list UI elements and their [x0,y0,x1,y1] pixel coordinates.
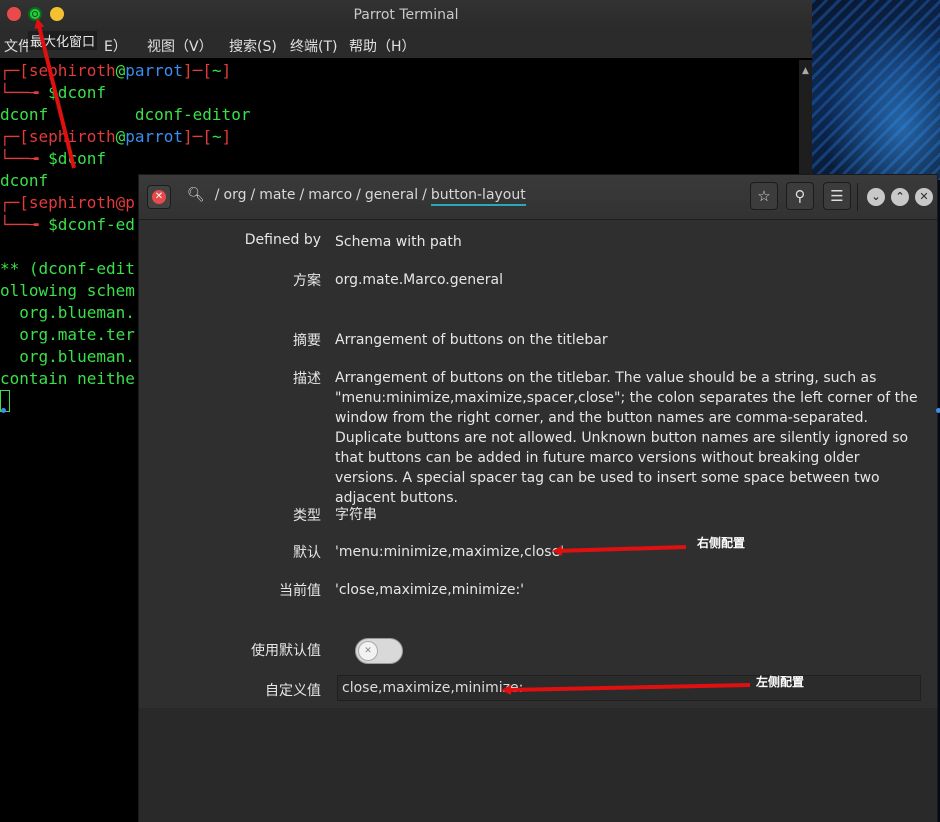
command-line: └──╼ $dconf [0,83,106,102]
switch-knob: ✕ [358,641,378,661]
empty-area [139,708,937,822]
breadcrumb-general[interactable]: general [365,187,418,203]
description-label: 描述 [293,371,321,387]
right-side-annotation: 右侧配置 [697,536,746,550]
default-label: 默认 [293,545,321,561]
command-line: └──╼ $dconf-ed [0,215,135,234]
breadcrumb-marco[interactable]: marco [308,187,352,203]
desktop-wallpaper [812,0,940,180]
key-properties: Defined by Schema with path 方案 org.mate.… [139,220,937,708]
left-side-annotation: 左侧配置 [756,675,805,689]
use-default-label: 使用默认值 [251,643,321,659]
breadcrumb-mate[interactable]: mate [259,187,295,203]
resize-handle[interactable] [936,408,940,413]
custom-value-label: 自定义值 [265,683,321,699]
output-line: org.mate.ter [0,325,135,344]
current-value: 'close,maximize,minimize:' [335,582,525,598]
close-key-button[interactable]: ✕ [147,185,171,209]
command-line: └──╼ $dconf [0,149,106,168]
path-breadcrumb: 🔍︎ / org / mate / marco / general / button-layout [187,187,526,206]
dconf-headerbar[interactable]: ✕ 🔍︎ / org / mate / marco / general / button-layou… [139,175,937,220]
resize-handle[interactable] [1,408,6,413]
output-line: dconf [0,171,49,190]
use-default-switch[interactable]: ✕ [355,638,403,664]
bookmark-button[interactable]: ☆ [750,182,778,210]
output-line: org.blueman. [0,347,135,366]
chevron-down-icon: ⌄ [871,190,881,203]
chevron-up-icon: ⌃ [895,190,905,203]
header-separator [857,183,858,211]
output-line: ollowing schem [0,281,135,300]
description-value: Arrangement of buttons on the titlebar. … [335,370,918,506]
menu-terminal[interactable]: 终端(T) [290,36,337,56]
type-label: 类型 [293,508,321,524]
minimize-button[interactable]: ⌄ [867,188,885,206]
star-icon: ☆ [757,187,771,205]
breadcrumb-org[interactable]: org [224,187,247,203]
maximize-button[interactable]: ⌃ [891,188,909,206]
terminal-menubar: 文件 E） 视图（V） 搜索(S) 终端(T) 帮助（H） [0,32,812,58]
key-icon: 🔍︎ [187,187,205,203]
summary-label: 摘要 [293,333,321,349]
menu-help[interactable]: 帮助（H） [349,36,416,56]
defined-by-label: Defined by [244,232,321,248]
output-line: org.blueman. [0,303,135,322]
default-value: 'menu:minimize,maximize,close' [335,544,565,560]
window-title: Parrot Terminal [353,7,459,23]
close-icon: ✕ [152,190,166,204]
menu-edit[interactable]: E） [104,36,127,56]
search-button[interactable]: ⚲ [786,182,814,210]
output-line: ** (dconf-edit [0,259,135,278]
current-value-label: 当前值 [279,583,321,599]
defined-by-value: Schema with path [335,234,462,250]
scroll-up-icon[interactable]: ▲ [802,66,809,76]
output-line: contain neithe [0,369,135,388]
custom-value-input[interactable]: close,maximize,minimize: [337,675,921,701]
prompt-line: ┌─[sephiroth@parrot]─[~] [0,61,232,80]
search-icon: ⚲ [794,187,806,205]
schema-value: org.mate.Marco.general [335,272,503,288]
hamburger-icon: ☰ [830,187,844,205]
menu-button[interactable]: ☰ [823,182,851,210]
prompt-line: ┌─[sephiroth@parrot]─[~] [0,127,232,146]
schema-label: 方案 [293,273,321,289]
prompt-line: ┌─[sephiroth@p [0,193,135,212]
close-button[interactable]: ✕ [915,188,933,206]
maximize-tooltip: 最大化窗口 [28,31,98,50]
menu-view[interactable]: 视图（V） [147,36,213,56]
breadcrumb-current-key[interactable]: button-layout [430,187,526,206]
menu-search[interactable]: 搜索(S) [229,36,277,56]
type-value: 字符串 [335,507,377,523]
summary-value: Arrangement of buttons on the titlebar [335,332,608,348]
dconf-editor-window: ✕ 🔍︎ / org / mate / marco / general / button-layou… [138,174,938,822]
output-line: dconf dconf-editor [0,105,251,124]
terminal-titlebar[interactable]: Parrot Terminal [0,0,812,32]
close-icon: ✕ [919,190,929,203]
